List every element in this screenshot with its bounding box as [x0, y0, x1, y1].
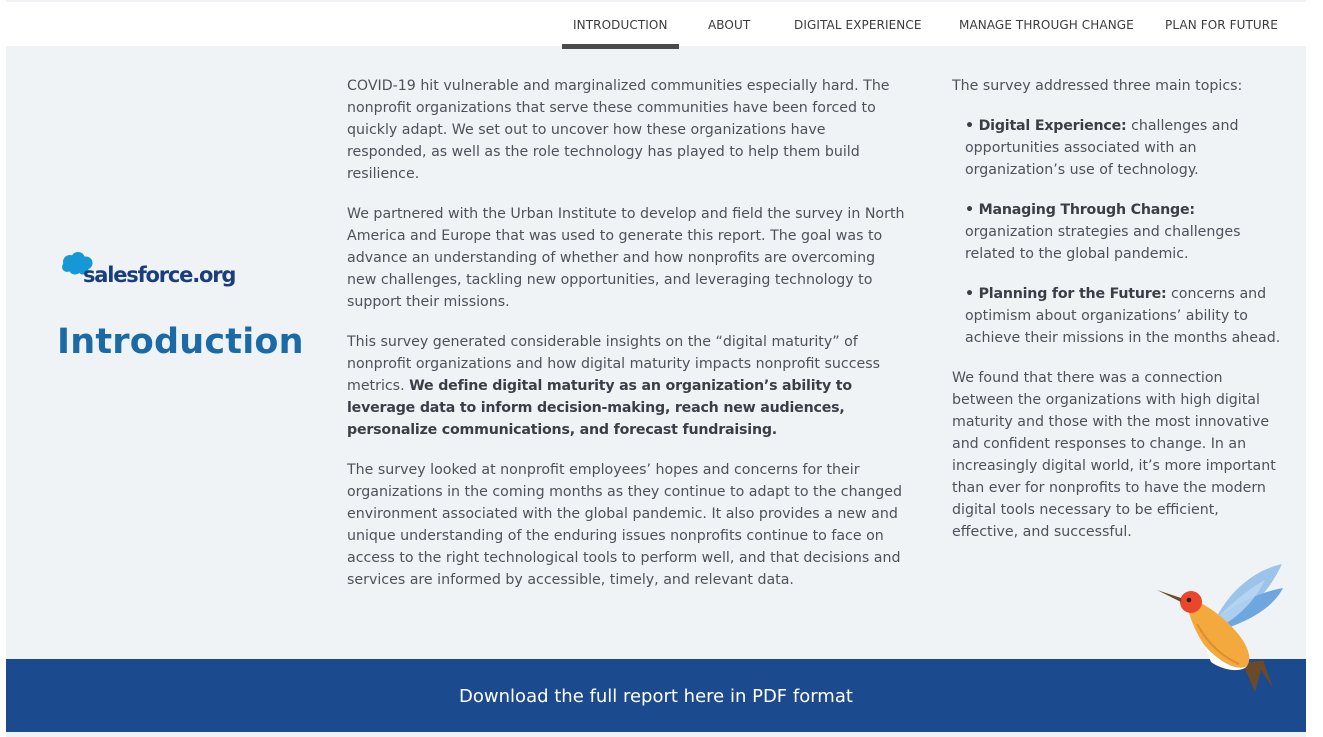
paragraph-covid: COVID-19 hit vulnerable and marginalized… [347, 78, 890, 182]
nav-about[interactable]: ABOUT [708, 2, 750, 46]
download-pdf-label: Download the full report here in PDF for… [459, 686, 853, 707]
download-pdf-banner[interactable]: Download the full report here in PDF for… [6, 659, 1306, 732]
topics-column: The survey addressed three main topics: … [952, 75, 1282, 561]
paragraph-survey-scope: The survey looked at nonprofit employees… [347, 462, 903, 588]
paragraph-partnership: We partnered with the Urban Institute to… [347, 206, 905, 310]
top-nav: INTRODUCTION ABOUT DIGITAL EXPERIENCE MA… [6, 2, 1306, 49]
topics-intro: The survey addressed three main topics: [952, 78, 1243, 94]
topic-digital-experience: • Digital Experience: challenges and opp… [952, 115, 1282, 181]
topic-title: • Digital Experience: [965, 118, 1127, 134]
nav-manage-through-change[interactable]: MANAGE THROUGH CHANGE [959, 2, 1134, 46]
paragraph-digital-maturity: This survey generated considerable insig… [347, 331, 907, 441]
nav-plan-for-future[interactable]: PLAN FOR FUTURE [1165, 2, 1278, 46]
topic-managing-through-change: • Managing Through Change: organization … [952, 199, 1282, 265]
intro-body-column: COVID-19 hit vulnerable and marginalized… [347, 75, 907, 609]
logo-text: salesforce.org [83, 263, 236, 287]
nav-introduction[interactable]: INTRODUCTION [562, 2, 679, 49]
topic-title: • Planning for the Future: [965, 286, 1167, 302]
topic-planning-for-future: • Planning for the Future: concerns and … [952, 283, 1282, 349]
topic-title: • Managing Through Change: [965, 202, 1195, 218]
topic-text: organization strategies and challenges r… [965, 224, 1241, 262]
paragraph-conclusion: We found that there was a connection bet… [952, 370, 1276, 540]
salesforce-org-logo: salesforce.org [61, 252, 241, 298]
nav-digital-experience[interactable]: DIGITAL EXPERIENCE [794, 2, 922, 46]
page-title: Introduction [57, 322, 304, 362]
digital-maturity-definition: We define digital maturity as an organiz… [347, 378, 852, 438]
hummingbird-illustration [1157, 564, 1283, 692]
